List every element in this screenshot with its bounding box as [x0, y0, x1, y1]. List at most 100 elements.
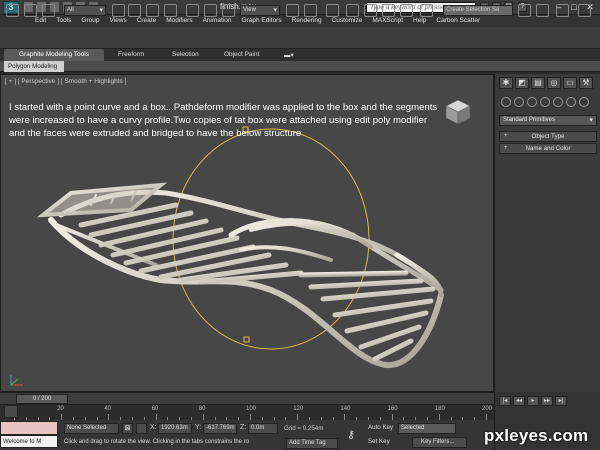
systems-icon[interactable] — [579, 97, 589, 107]
z-label: Z: — [240, 424, 247, 431]
render-setup-icon[interactable] — [578, 4, 591, 17]
timeline-tick-label: 20 — [57, 406, 64, 412]
y-label: Y: — [195, 424, 202, 431]
rollout-label: Object Type — [531, 133, 565, 140]
ribbon-tabs: Graphite Modeling Tools Freeform Selecti… — [0, 49, 600, 61]
timeline-tick-label: 80 — [198, 406, 206, 412]
next-frame-icon[interactable]: ▸▸ — [541, 396, 553, 406]
menu-graph-editors[interactable]: Graph Editors — [237, 15, 287, 27]
pivot-center-icon[interactable] — [286, 4, 299, 17]
key-icon[interactable]: ⚷ — [347, 428, 355, 441]
undo-icon[interactable] — [6, 4, 19, 17]
lock-selection-icon[interactable]: ⊠ — [122, 423, 133, 434]
polygon-modeling-panel[interactable]: Polygon Modeling — [4, 61, 64, 72]
tab-freeform[interactable]: Freeform — [118, 49, 144, 61]
menu-group[interactable]: Group — [76, 15, 104, 27]
unlink-icon[interactable] — [42, 4, 55, 17]
viewport-caption: I started with a point curve and a box..… — [9, 102, 438, 139]
maxscript-mini-listener[interactable]: Welcome to M — [0, 435, 58, 448]
axis-tripod-icon — [10, 375, 23, 386]
timeline-tick-label: 160 — [387, 406, 398, 412]
go-to-start-icon[interactable]: |◂ — [499, 396, 511, 406]
rotate-icon[interactable] — [204, 4, 217, 17]
create-selection-set-select[interactable]: Create Selection Se — [443, 5, 513, 16]
key-filters-button[interactable]: Key Filters... — [412, 437, 467, 448]
scale-icon[interactable] — [222, 4, 235, 17]
select-by-name-icon[interactable] — [128, 4, 141, 17]
modify-tab-icon[interactable]: ◩ — [515, 77, 529, 89]
menu-tools[interactable]: Tools — [51, 15, 76, 27]
viewcube-icon[interactable] — [443, 97, 473, 127]
time-slider-thumb[interactable]: 0 / 200 — [16, 394, 68, 404]
manipulate-icon[interactable] — [304, 4, 317, 17]
tab-selection[interactable]: Selection — [172, 49, 199, 61]
add-time-tag-button[interactable]: Add Time Tag — [286, 438, 338, 449]
watermark: pxleyes.com — [484, 426, 589, 445]
menu-carbon-scatter[interactable]: Carbon Scatter — [431, 15, 485, 27]
utilities-tab-icon[interactable]: ⚒ — [579, 77, 593, 89]
chair-structure — [36, 182, 444, 369]
ribbon-panel-bar: Polygon Modeling — [0, 61, 600, 72]
display-tab-icon[interactable]: ▭ — [563, 77, 577, 89]
percent-snap-icon[interactable] — [382, 4, 395, 17]
auto-key-button[interactable]: Auto Key — [368, 422, 398, 434]
helpers-icon[interactable] — [553, 97, 563, 107]
timeline-tick-label: 40 — [104, 406, 112, 412]
shapes-icon[interactable] — [514, 97, 524, 107]
mini-curve-editor-icon[interactable] — [4, 405, 18, 418]
selection-filter-select[interactable]: All — [64, 5, 106, 16]
timeline-tick-label: 180 — [434, 406, 445, 412]
keyboard-shortcut-icon[interactable] — [326, 4, 339, 17]
rollout-expand-sign: + — [504, 133, 508, 139]
select-object-icon[interactable] — [112, 4, 125, 17]
primitive-type-select[interactable]: Standard Primitives — [499, 115, 597, 126]
spinner-snap-icon[interactable] — [400, 4, 413, 17]
rollout-name-and-color[interactable]: + Name and Color — [499, 143, 597, 154]
rollout-object-type[interactable]: + Object Type — [499, 131, 597, 142]
z-coordinate-field[interactable]: 0.0m — [248, 423, 278, 434]
track-bar[interactable]: 020406080100120140160180200 — [0, 404, 494, 420]
edit-named-selection-icon[interactable] — [420, 4, 433, 17]
timeline-tick-label: 100 — [246, 406, 257, 412]
select-and-link-icon[interactable] — [24, 4, 37, 17]
key-mode-select[interactable]: Selected — [398, 423, 456, 434]
material-editor-icon[interactable] — [556, 4, 569, 17]
create-tab-icon[interactable]: ✱ — [499, 77, 513, 89]
hierarchy-tab-icon[interactable]: ▤ — [531, 77, 545, 89]
tab-object-paint[interactable]: Object Paint — [224, 49, 259, 61]
selection-status: None Selected — [64, 423, 119, 434]
maxscript-listener[interactable] — [0, 421, 58, 435]
x-coordinate-field[interactable]: 1920.63m — [158, 423, 192, 434]
reference-coordinate-select[interactable]: View — [240, 5, 280, 16]
geometry-icon[interactable] — [501, 97, 511, 107]
space-warps-icon[interactable] — [566, 97, 576, 107]
angle-snap-icon[interactable] — [364, 4, 377, 17]
y-coordinate-field[interactable]: -617.769m — [203, 423, 237, 434]
motion-tab-icon[interactable]: ◎ — [547, 77, 561, 89]
align-icon[interactable] — [536, 4, 549, 17]
cameras-icon[interactable] — [540, 97, 550, 107]
timeline-tick-label: 200 — [482, 406, 493, 412]
go-to-end-icon[interactable]: ▸| — [555, 396, 567, 406]
mirror-icon[interactable] — [518, 4, 531, 17]
play-icon[interactable]: ▸ — [527, 396, 539, 406]
ribbon-options-icon[interactable]: ▬▾ — [284, 49, 294, 61]
absolute-mode-icon[interactable] — [136, 423, 147, 434]
snaps-toggle-icon[interactable] — [346, 4, 359, 17]
gizmo-handle-bottom — [243, 336, 250, 343]
perspective-viewport[interactable]: [ + ] [ Perspective ] [ Smooth + Highlig… — [0, 74, 494, 392]
move-icon[interactable] — [186, 4, 199, 17]
timeline-tick-label: 140 — [340, 406, 351, 412]
lights-icon[interactable] — [527, 97, 537, 107]
set-key-button[interactable]: Set Key — [368, 436, 398, 448]
window-crossing-icon[interactable] — [164, 4, 177, 17]
previous-frame-icon[interactable]: ◂◂ — [513, 396, 525, 406]
prompt-line: Click and drag to rotate the view. Click… — [64, 439, 250, 445]
menu-bar: Edit Tools Group Views Create Modifiers … — [0, 15, 600, 27]
timeline-tick-label: 120 — [293, 406, 304, 412]
viewport-label[interactable]: [ + ] [ Perspective ] [ Smooth + Highlig… — [5, 78, 126, 85]
command-panel: ✱ ◩ ▤ ◎ ▭ ⚒ Standard Primitives + Object… — [494, 74, 600, 392]
tab-graphite-modeling-tools[interactable]: Graphite Modeling Tools — [4, 49, 104, 61]
rectangular-selection-icon[interactable] — [146, 4, 159, 17]
time-slider[interactable]: 0 / 200 — [0, 392, 494, 404]
